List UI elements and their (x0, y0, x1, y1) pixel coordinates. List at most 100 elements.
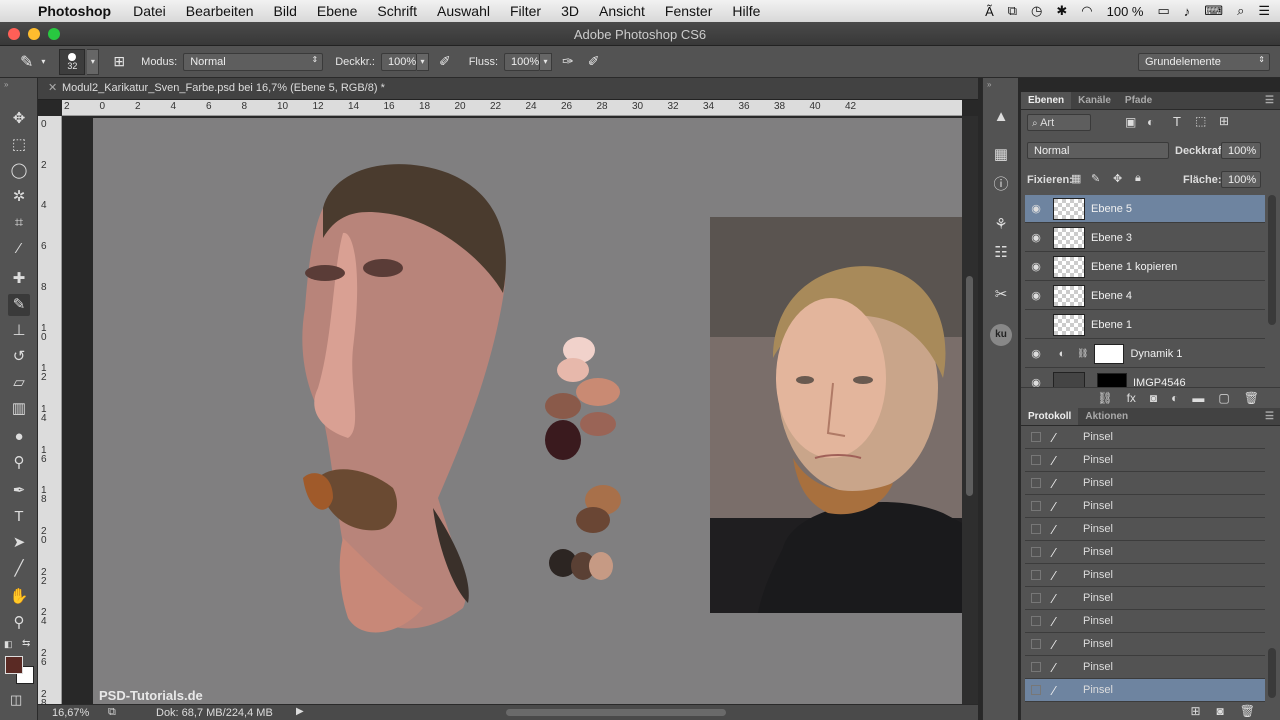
healing-brush-tool-icon[interactable]: ✚ (8, 268, 30, 290)
foreground-color-swatch[interactable] (5, 656, 23, 674)
menu-bearbeiten[interactable]: Bearbeiten (186, 3, 254, 19)
wifi-icon[interactable]: ◠ (1081, 3, 1092, 19)
volume-icon[interactable]: ♪ (1184, 4, 1191, 19)
tab-kanaele[interactable]: Kanäle (1071, 92, 1118, 109)
history-item[interactable]: ⁄ Pinsel (1025, 633, 1265, 656)
pressure-size-icon[interactable]: ✐ (588, 53, 600, 70)
pressure-opacity-icon[interactable]: ✐ (439, 53, 451, 70)
airbrush-icon[interactable]: ✑ (562, 53, 574, 70)
add-mask-icon[interactable]: ◙ (1150, 391, 1157, 405)
history-item-selected[interactable]: ⁄ Pinsel (1025, 679, 1265, 702)
tab-aktionen[interactable]: Aktionen (1078, 408, 1135, 425)
history-item[interactable]: ⁄ Pinsel (1025, 518, 1265, 541)
pen-tool-icon[interactable]: ✒ (8, 480, 30, 502)
eyedropper-tool-icon[interactable]: ⁄ (8, 238, 30, 260)
eye-icon[interactable]: ◉ (1025, 347, 1047, 360)
tab-ebenen[interactable]: Ebenen (1021, 92, 1072, 109)
bluetooth-icon[interactable]: ✱ (1056, 3, 1067, 19)
canvas-vertical-scrollbar[interactable] (962, 116, 978, 704)
move-tool-icon[interactable]: ✥ (8, 108, 30, 130)
flow-field[interactable]: 100% (504, 52, 541, 71)
opacity-dropdown[interactable]: ▾ (416, 52, 429, 71)
snapshot-checkbox[interactable] (1031, 685, 1041, 695)
mode-select[interactable]: Normal ⇕ (183, 52, 324, 71)
delete-layer-icon[interactable]: 🗑︎ (1244, 391, 1259, 405)
history-item[interactable]: ⁄ Pinsel (1025, 449, 1265, 472)
snapshot-checkbox[interactable] (1031, 639, 1041, 649)
dodge-tool-icon[interactable]: ⚲ (8, 452, 30, 474)
history-scrollbar[interactable] (1268, 648, 1276, 698)
snapshot-checkbox[interactable] (1031, 478, 1041, 488)
menu-schrift[interactable]: Schrift (377, 3, 417, 19)
menu-bild[interactable]: Bild (274, 3, 297, 19)
blur-tool-icon[interactable]: ● (8, 426, 30, 448)
dock-collapse-icon[interactable]: » (987, 80, 991, 89)
marquee-tool-icon[interactable]: ⬚ (8, 134, 30, 156)
workspace-select[interactable]: Grundelemente ⇕ (1138, 53, 1270, 71)
filter-pixel-icon[interactable]: ▣ (1125, 115, 1136, 129)
crop-tool-icon[interactable]: ⌗ (8, 212, 30, 234)
default-colors-icon[interactable]: ◧ (4, 639, 13, 650)
battery-label[interactable]: 100 % (1107, 4, 1144, 19)
eye-icon[interactable]: ◉ (1025, 289, 1047, 302)
tab-protokoll[interactable]: Protokoll (1021, 408, 1079, 425)
panel-menu-icon[interactable]: ☰ (1259, 408, 1280, 425)
menu-ebene[interactable]: Ebene (317, 3, 357, 19)
status-arrow-icon[interactable]: ▶ (296, 706, 304, 717)
chevron-down-icon[interactable]: ▾ (41, 57, 45, 66)
horizontal-ruler[interactable]: 2 0 2 4 6 8 10 12 14 16 18 20 22 24 26 28 30 32 34 36 38 40 42 (62, 100, 962, 116)
layer-opacity-field[interactable]: 100% (1221, 142, 1261, 159)
collapse-panel-icon[interactable]: » (4, 80, 8, 89)
zoom-tool-icon[interactable]: ⚲ (8, 612, 30, 634)
keyboard-icon[interactable]: ⌨ (1204, 3, 1223, 19)
panel-menu-icon[interactable]: ☰ (1259, 92, 1280, 109)
layer-style-icon[interactable]: fx (1127, 391, 1136, 405)
magic-wand-tool-icon[interactable]: ✲ (8, 186, 30, 208)
lasso-tool-icon[interactable]: ◯ (8, 160, 30, 182)
vertical-ruler[interactable]: 0246810121416182022242628 (38, 116, 62, 708)
screen-record-icon[interactable]: ⧉ (1008, 3, 1017, 19)
layer-blend-mode-select[interactable]: Normal (1027, 142, 1169, 159)
snapshot-checkbox[interactable] (1031, 455, 1041, 465)
layers-scrollbar[interactable] (1268, 195, 1276, 325)
flow-dropdown[interactable]: ▾ (540, 52, 553, 71)
stamp-tool-icon[interactable]: ⊥ (8, 320, 30, 342)
eraser-tool-icon[interactable]: ▱ (8, 372, 30, 394)
eye-icon[interactable]: ◉ (1025, 202, 1047, 215)
histogram-panel-icon[interactable]: ▲ (990, 106, 1012, 128)
layer-row-dynamik-1[interactable]: ◉ ◐ ⛓ Dynamik 1 (1025, 340, 1265, 368)
zoom-level[interactable]: 16,67% (52, 707, 89, 719)
history-item[interactable]: ⁄ Pinsel (1025, 541, 1265, 564)
menu-auswahl[interactable]: Auswahl (437, 3, 490, 19)
fill-field[interactable]: 100% (1221, 171, 1261, 188)
history-item[interactable]: ⁄ Pinsel (1025, 426, 1265, 449)
menu-app-name[interactable]: Photoshop (38, 3, 111, 19)
menu-hilfe[interactable]: Hilfe (732, 3, 760, 19)
history-item[interactable]: ⁄ Pinsel (1025, 656, 1265, 679)
menu-fenster[interactable]: Fenster (665, 3, 712, 19)
path-selection-tool-icon[interactable]: ➤ (8, 532, 30, 554)
layer-row-imgp4546[interactable]: ◉ IMGP4546 (1025, 369, 1265, 387)
new-document-from-state-icon[interactable]: ⊞ (1190, 704, 1200, 720)
vertical-scroll-thumb[interactable] (966, 276, 973, 496)
history-item[interactable]: ⁄ Pinsel (1025, 587, 1265, 610)
close-document-icon[interactable]: ✕ (48, 81, 57, 94)
delete-state-icon[interactable]: 🗑︎ (1240, 704, 1255, 720)
eye-icon[interactable]: ◉ (1025, 376, 1047, 387)
time-machine-icon[interactable]: ◷ (1031, 3, 1042, 19)
hand-tool-icon[interactable]: ✋ (8, 586, 30, 608)
lock-all-icon[interactable]: 🔒︎ (1135, 172, 1141, 185)
brush-size-dropdown[interactable]: ▾ (87, 48, 100, 75)
layer-row-ebene-3[interactable]: ◉ Ebene 3 (1025, 224, 1265, 252)
brush-size-picker[interactable]: 32 (59, 48, 86, 75)
spotlight-icon[interactable]: ⌕ (1237, 3, 1244, 19)
horizontal-scroll-thumb[interactable] (506, 709, 726, 716)
tool-presets-panel-icon[interactable]: ✂ (990, 284, 1012, 306)
history-item[interactable]: ⁄ Pinsel (1025, 495, 1265, 518)
layer-row-ebene-1[interactable]: ◉ Ebene 1 (1025, 311, 1265, 339)
document-canvas[interactable]: PSD-Tutorials.de (93, 118, 962, 704)
adobe-status-icon[interactable]: Ã (985, 4, 994, 19)
swap-colors-icon[interactable]: ⇆ (22, 638, 30, 649)
swatches-panel-icon[interactable]: ▦ (990, 144, 1012, 166)
filter-type-icon[interactable]: T (1173, 114, 1181, 129)
